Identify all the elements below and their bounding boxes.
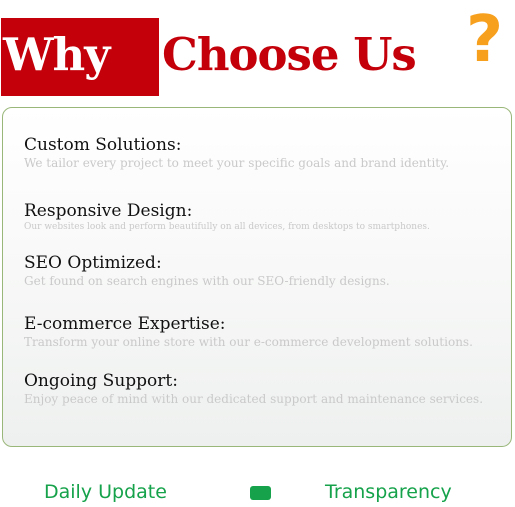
feature-description: Enjoy peace of mind with our dedicated s…: [24, 392, 484, 406]
feature-description: Transform your online store with our e-c…: [24, 335, 473, 349]
feature-item-seo-optimized: SEO Optimized: Get found on search engin…: [24, 253, 494, 289]
feature-title: E-commerce Expertise:: [24, 314, 226, 334]
question-mark-icon: ?: [466, 3, 504, 77]
why-highlight-box: Why: [1, 18, 159, 96]
daily-update-label: Daily Update: [44, 481, 167, 503]
feature-item-responsive-design: Responsive Design: Our websites look and…: [24, 201, 494, 233]
feature-item-ecommerce-expertise: E-commerce Expertise: Transform your onl…: [24, 314, 494, 350]
heading-why: Why: [3, 28, 110, 81]
feature-description: We tailor every project to meet your spe…: [24, 156, 450, 170]
transparency-label: Transparency: [325, 481, 452, 503]
feature-item-custom-solutions: Custom Solutions: We tailor every projec…: [24, 135, 494, 171]
feature-item-ongoing-support: Ongoing Support: Enjoy peace of mind wit…: [24, 371, 494, 407]
feature-description: Get found on search engines with our SEO…: [24, 274, 390, 288]
feature-title: Responsive Design:: [24, 201, 193, 221]
green-square-icon: [250, 486, 271, 500]
feature-description: Our websites look and perform beautifull…: [24, 222, 430, 232]
feature-title: Ongoing Support:: [24, 371, 178, 391]
heading-choose-us: Choose Us: [162, 28, 417, 81]
feature-title: SEO Optimized:: [24, 253, 162, 273]
section-heading: Why Choose Us ?: [0, 4, 515, 100]
feature-title: Custom Solutions:: [24, 135, 182, 155]
features-card: Custom Solutions: We tailor every projec…: [2, 107, 512, 447]
